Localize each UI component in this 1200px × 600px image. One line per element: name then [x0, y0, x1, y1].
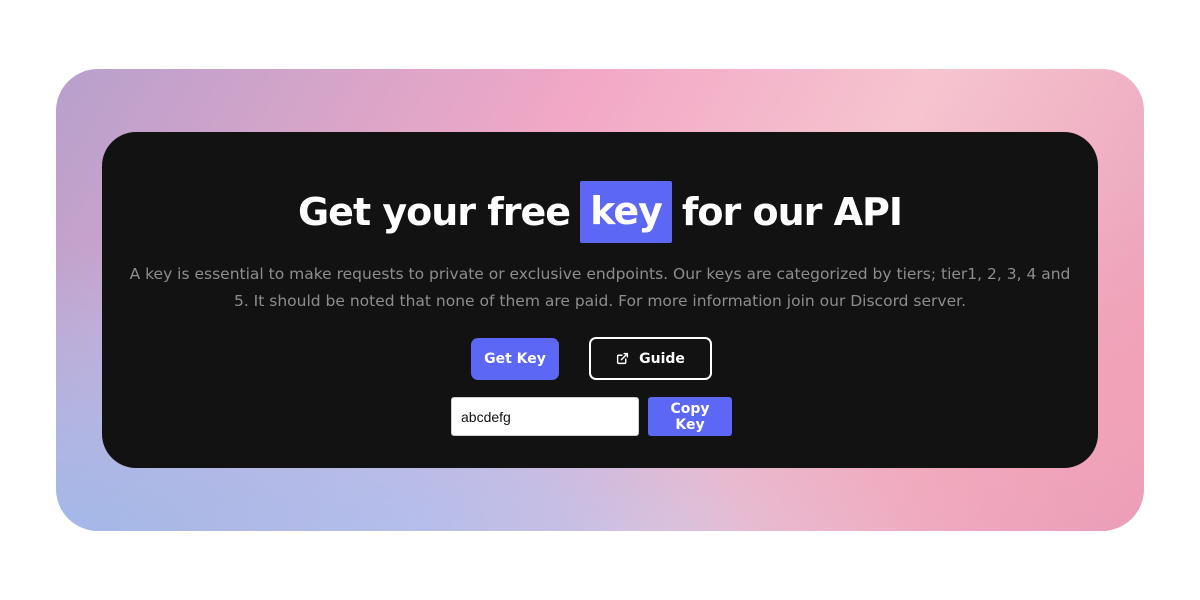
copy-key-label: Copy Key	[670, 400, 710, 433]
title-text-before: Get your free	[297, 190, 571, 234]
guide-button[interactable]: Guide	[589, 337, 712, 380]
guide-label: Guide	[639, 350, 685, 367]
external-link-icon	[616, 352, 629, 365]
copy-key-button[interactable]: Copy Key	[648, 397, 732, 436]
get-key-button[interactable]: Get Key	[471, 338, 559, 380]
title-text-after: for our API	[681, 190, 903, 234]
page-title: Get your free key for our API	[0, 178, 1200, 246]
title-highlight: key	[580, 181, 672, 243]
api-key-field[interactable]	[451, 397, 639, 436]
get-key-label: Get Key	[484, 351, 546, 367]
description-text: A key is essential to make requests to p…	[129, 265, 1071, 310]
